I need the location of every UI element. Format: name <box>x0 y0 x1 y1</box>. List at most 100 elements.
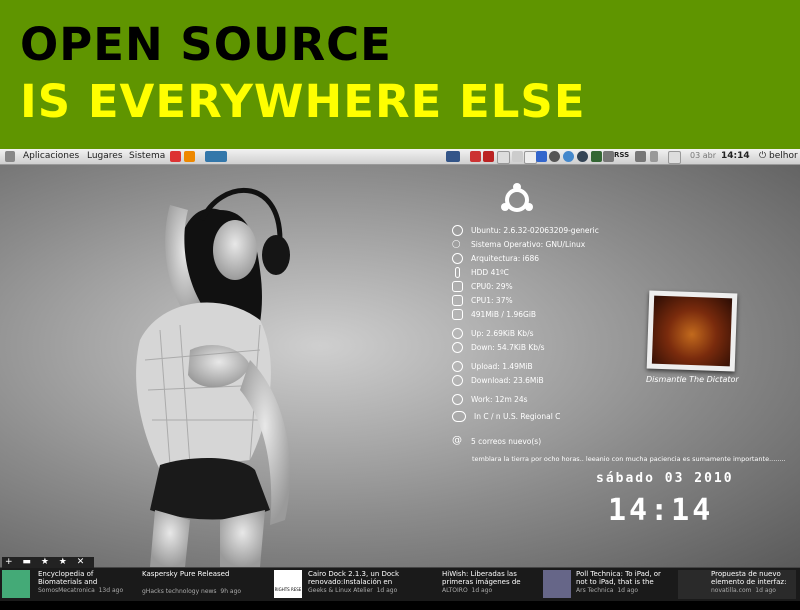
album-cover[interactable] <box>646 290 738 372</box>
banner: OPEN SOURCE IS EVERYWHERE ELSE <box>0 0 800 149</box>
arch-text: Arquitectura: i686 <box>471 254 540 263</box>
favorite-icon[interactable]: ★ <box>59 557 67 567</box>
news-time: 1d ago <box>376 587 398 594</box>
cpu0-text: CPU0: 29% <box>471 282 513 291</box>
download-total-icon <box>452 375 463 386</box>
news-thumb-5 <box>543 570 571 598</box>
news-item-4[interactable]: HiWish: Liberadas las primeras imágenes … <box>442 570 538 599</box>
ubuntu-logo-icon <box>501 183 533 212</box>
news-source: novatilla.com <box>711 587 752 594</box>
menu-system[interactable]: Sistema <box>129 151 165 161</box>
rss-label[interactable]: RSS <box>614 151 629 159</box>
tray-cloud-icon[interactable] <box>512 151 523 162</box>
kernel-text: Ubuntu: 2.6.32-02063209-generic <box>471 226 599 235</box>
os-icon: ◯ <box>452 239 461 248</box>
news-badge: RIGHTS RESE <box>274 587 302 592</box>
tray-picture-icon[interactable] <box>603 151 614 162</box>
memory-icon <box>452 309 463 320</box>
top-panel: Aplicaciones Lugares Sistema RSS 03 abr … <box>0 149 800 165</box>
up-speed-text: Up: 2.69KiB Kb/s <box>471 329 534 338</box>
newsbar-toolbar: + ▬ ★ ★ ✕ <box>2 557 95 568</box>
tray-mail-icon[interactable] <box>668 151 681 164</box>
mail-count-text: 5 correos nuevo(s) <box>471 437 542 446</box>
download-total-text: Download: 23.6MiB <box>471 376 544 385</box>
tray-update-icon[interactable] <box>563 151 574 162</box>
album-caption: Dismantle The Dictator <box>646 375 739 384</box>
firefox-icon[interactable] <box>184 151 195 162</box>
cpu1-icon <box>452 295 463 306</box>
news-thumb-3: RIGHTS RESE <box>274 570 302 598</box>
upload-total-text: Upload: 1.49MiB <box>471 362 533 371</box>
news-title: Poll Technica: To iPad, or not to iPad, … <box>576 570 661 586</box>
news-time: 1d ago <box>471 587 493 594</box>
news-title: Encyclopedia of Biomaterials and <box>38 570 98 586</box>
news-title: Propuesta de nuevo elemento de interfaz: <box>711 570 787 586</box>
news-source: gHacks technology news <box>142 588 217 595</box>
news-source: ALTOIRO <box>442 587 468 594</box>
close-icon[interactable]: ✕ <box>77 557 85 567</box>
tray-google-icon[interactable] <box>536 151 547 162</box>
conky-date: sábado 03 2010 <box>596 471 734 486</box>
down-speed-text: Down: 54.7KiB Kb/s <box>471 343 545 352</box>
conky-news-ticker: temblara la tierra por ocho horas.. leea… <box>472 455 786 463</box>
mail-at-icon: @ <box>452 435 462 446</box>
upload-speed-icon <box>452 328 463 339</box>
show-desktop-icon[interactable] <box>205 151 227 162</box>
banner-line-2: IS EVERYWHERE ELSE <box>20 75 586 128</box>
tray-gear-icon[interactable] <box>577 151 588 162</box>
launcher-icon[interactable] <box>170 151 181 162</box>
news-item-3[interactable]: Cairo Dock 2.1.3, un Dock renovado:Insta… <box>308 570 426 599</box>
panel-date[interactable]: 03 abr <box>690 151 716 160</box>
news-bar: + ▬ ★ ★ ✕ Encyclopedia of Biomaterials a… <box>0 557 800 601</box>
conky-clock: 14:14 <box>608 493 714 528</box>
news-source: SomosMecatronica <box>38 587 95 594</box>
weather-text: In C / n U.S. Regional C <box>474 412 561 421</box>
album-art-image <box>651 295 733 367</box>
panel-user[interactable]: belhor <box>769 151 798 161</box>
news-item-6[interactable]: Propuesta de nuevo elemento de interfaz:… <box>678 570 796 599</box>
desktop: Ubuntu: 2.6.32-02063209-generic ◯ Sistema… <box>0 165 800 567</box>
menu-places[interactable]: Lugares <box>87 151 123 161</box>
clock-icon <box>452 394 463 405</box>
ubuntu-menu-icon[interactable] <box>5 151 15 162</box>
wallpaper-girl-headphones <box>136 188 291 567</box>
news-time: 1d ago <box>755 587 776 594</box>
tray-screen-icon[interactable] <box>446 151 460 162</box>
add-icon[interactable]: + <box>5 557 13 567</box>
news-time: 13d ago <box>98 587 124 594</box>
memory-text: 491MiB / 1.96GiB <box>471 310 537 319</box>
tray-network-icon[interactable] <box>635 151 646 162</box>
tray-ubuntu-icon[interactable] <box>549 151 560 162</box>
news-title: HiWish: Liberadas las primeras imágenes … <box>442 570 521 586</box>
tray-v-icon[interactable] <box>483 151 494 162</box>
news-item-1[interactable]: Encyclopedia of Biomaterials and SomosMe… <box>38 570 132 599</box>
banner-line-1: OPEN SOURCE <box>20 18 392 71</box>
thermometer-icon <box>455 267 460 278</box>
news-title: Kaspersky Pure Released <box>142 570 230 578</box>
news-source: Geeks & Linux Atelier <box>308 587 373 594</box>
power-icon[interactable]: ⏻ <box>759 151 766 161</box>
star-icon[interactable]: ★ <box>41 557 49 567</box>
news-thumb-1 <box>2 570 30 598</box>
weather-cloud-icon <box>452 411 466 422</box>
upload-total-icon <box>452 361 463 372</box>
download-speed-icon <box>452 342 463 353</box>
arch-icon <box>452 253 463 264</box>
work-time-text: Work: 12m 24s <box>471 395 528 404</box>
panel-clock[interactable]: 14:14 <box>721 151 750 161</box>
news-item-5[interactable]: Poll Technica: To iPad, or not to iPad, … <box>576 570 672 599</box>
news-source: Ars Technica <box>576 587 614 594</box>
tray-mail-m-icon[interactable] <box>470 151 481 162</box>
save-icon[interactable]: ▬ <box>22 557 31 567</box>
tray-pin-icon[interactable] <box>650 151 658 162</box>
os-text: Sistema Operativo: GNU/Linux <box>471 240 586 249</box>
cpu1-text: CPU1: 37% <box>471 296 513 305</box>
tray-monitor-icon[interactable] <box>591 151 602 162</box>
news-title: Cairo Dock 2.1.3, un Dock renovado:Insta… <box>308 570 400 586</box>
ubuntu-footprint-icon <box>452 225 463 236</box>
news-time: 9h ago <box>220 588 242 595</box>
tray-chat-icon[interactable] <box>497 151 510 164</box>
cpu0-icon <box>452 281 463 292</box>
menu-applications[interactable]: Aplicaciones <box>23 151 79 161</box>
news-item-2[interactable]: Kaspersky Pure Released gHacks technolog… <box>142 570 262 599</box>
